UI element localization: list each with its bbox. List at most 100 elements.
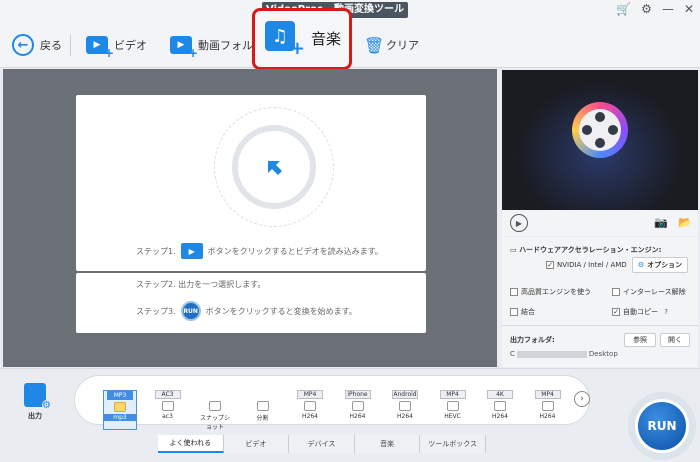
- preview-controls: ▶ 📷 📂: [502, 210, 698, 236]
- output-settings-icon: ⚙: [24, 383, 51, 411]
- format-tag: MP4: [534, 390, 561, 399]
- browse-button[interactable]: 参照: [624, 333, 656, 347]
- format-item[interactable]: iPhone H264: [341, 390, 375, 430]
- music-note-icon: ♫ +: [265, 21, 305, 59]
- format-icon: [114, 402, 126, 412]
- music-label: 音楽: [311, 30, 342, 48]
- format-sub: H264: [492, 413, 508, 420]
- format-icon: [256, 401, 269, 411]
- output-path: C Desktop: [510, 350, 618, 358]
- output-target-button[interactable]: ⚙ 出力: [24, 383, 51, 421]
- step2: ステップ2. 出力を一つ選択します。: [136, 280, 266, 289]
- format-item[interactable]: 分割: [246, 390, 280, 430]
- video-mini-icon: ▶: [180, 243, 203, 259]
- high-quality-checkbox[interactable]: 高品質エンジンを使う: [510, 287, 591, 297]
- format-tag: Android: [392, 390, 418, 399]
- format-icon: [541, 401, 554, 411]
- open-folder-button[interactable]: 開く: [660, 333, 690, 347]
- step3: ステップ3. RUN ボタンをクリックすると変換を始めます。: [136, 301, 357, 321]
- window-controls: 🛒 ⚙ — ✕: [616, 2, 694, 16]
- auto-copy-checkbox[interactable]: ✓ 自動コピー ?: [612, 307, 668, 317]
- format-tag: 4K: [487, 390, 513, 399]
- run-button[interactable]: RUN: [628, 392, 696, 460]
- drop-area[interactable]: ステップ1. ▶ ボタンをクリックするとビデオを読み込みます。 ステップ2. 出…: [3, 69, 497, 367]
- chip-icon: ▭: [510, 246, 517, 254]
- format-tag: MP3: [107, 391, 133, 400]
- format-tab[interactable]: ツールボックス: [420, 435, 486, 453]
- format-sub: ac3: [162, 413, 173, 420]
- format-item[interactable]: MP4 HEVC: [436, 390, 470, 430]
- format-tag: AC3: [154, 390, 181, 399]
- camera-icon[interactable]: 📷: [654, 216, 668, 229]
- format-sub: H264: [302, 413, 318, 420]
- hw-option-checkbox[interactable]: ✓ NVIDIA / Intel / AMD: [546, 261, 627, 269]
- format-tab[interactable]: ビデオ: [223, 435, 290, 453]
- path-redacted: [516, 350, 587, 358]
- steps-card: ステップ2. 出力を一つ選択します。 ステップ3. RUN ボタンをクリックする…: [76, 273, 426, 333]
- format-tabs: よく使われる ビデオ デバイス 音楽 ツールボックス: [158, 435, 486, 453]
- format-icon: [399, 401, 411, 411]
- folder-icon[interactable]: 📂: [678, 216, 692, 229]
- format-tag: MP4: [439, 390, 466, 399]
- format-item[interactable]: MP4 H264: [531, 390, 565, 430]
- format-item[interactable]: 4K H264: [483, 390, 517, 430]
- step1: ステップ1. ▶ ボタンをクリックするとビデオを読み込みます。: [136, 243, 383, 259]
- help-icon[interactable]: ?: [664, 308, 668, 316]
- cart-icon[interactable]: 🛒: [616, 2, 631, 16]
- settings-gear-icon[interactable]: ⚙: [641, 2, 652, 16]
- format-tag: MP4: [297, 390, 323, 399]
- hw-accel-row: ▭ ハードウェアアクセラレーション・エンジン:: [510, 246, 662, 254]
- settings-panel: ▭ ハードウェアアクセラレーション・エンジン: ✓ NVIDIA / Intel …: [502, 237, 698, 367]
- format-tab[interactable]: よく使われる: [158, 435, 224, 453]
- format-sub: 分割: [256, 415, 269, 422]
- option-button[interactable]: ⚙ オプション: [632, 257, 688, 273]
- format-sub: HEVC: [444, 413, 461, 420]
- video-folder-icon: ▶ +: [170, 36, 198, 60]
- toolbar-divider: [70, 34, 71, 56]
- minimize-icon[interactable]: —: [662, 2, 674, 16]
- hw-checkbox[interactable]: ✓: [546, 261, 554, 269]
- back-label: 戻る: [40, 39, 62, 52]
- merge-checkbox[interactable]: 結合: [510, 307, 535, 317]
- trash-icon: 🗑: [364, 35, 385, 55]
- video-label: ビデオ: [114, 39, 147, 52]
- format-icon: [304, 401, 316, 411]
- close-icon[interactable]: ✕: [684, 2, 694, 16]
- drop-circle[interactable]: [232, 125, 316, 209]
- add-video-button[interactable]: ▶ + ビデオ: [86, 22, 147, 68]
- format-tag: iPhone: [344, 390, 371, 399]
- play-icon[interactable]: ▶: [510, 214, 528, 232]
- format-sub: H264: [539, 413, 556, 420]
- clear-button[interactable]: 🗑 クリア: [364, 22, 419, 68]
- format-sub: mp3: [104, 414, 136, 421]
- add-video-folder-button[interactable]: ▶ + 動画フォルダ: [170, 22, 264, 68]
- format-icon: [209, 401, 221, 411]
- format-item[interactable]: MP3 mp3: [103, 390, 137, 430]
- deinterlace-checkbox[interactable]: インターレース解除: [612, 287, 686, 297]
- video-icon: ▶ +: [86, 36, 114, 60]
- pointer-arrow-icon: [268, 161, 282, 175]
- import-card[interactable]: ステップ1. ▶ ボタンをクリックするとビデオを読み込みます。: [76, 95, 426, 271]
- format-strip: MP3 mp3 AC3 ac3 スナップショット 分割 MP4 H264 iPhone H264 A…: [74, 375, 590, 431]
- run-mini-icon: RUN: [180, 301, 201, 321]
- format-sub: H264: [397, 413, 413, 420]
- format-tab[interactable]: デバイス: [289, 435, 355, 453]
- format-item[interactable]: MP4 H264: [293, 390, 327, 430]
- output-section: ⚙ 出力 ‹ MP3mp3AC3ac3スナップショット分割MP4H264iPho…: [0, 368, 700, 462]
- output-folder-label: 出力フォルダ:: [510, 336, 555, 344]
- gear-icon: ⚙: [637, 261, 645, 269]
- videoproc-logo-icon: [572, 102, 628, 158]
- add-music-button[interactable]: ♫ + 音楽: [252, 8, 352, 70]
- format-sub: H264: [349, 413, 366, 420]
- format-item[interactable]: AC3 ac3: [151, 390, 185, 430]
- format-tab[interactable]: 音楽: [354, 435, 421, 453]
- format-icon: [161, 401, 174, 411]
- preview-window: [502, 70, 698, 210]
- format-icon: [446, 401, 459, 411]
- scroll-right-arrow-icon[interactable]: ›: [574, 391, 590, 407]
- format-item[interactable]: スナップショット: [198, 390, 232, 431]
- format-icon: [351, 401, 364, 411]
- format-item[interactable]: Android H264: [388, 390, 422, 430]
- back-button[interactable]: ← 戻る: [12, 22, 62, 68]
- format-sub: スナップショット: [199, 415, 230, 431]
